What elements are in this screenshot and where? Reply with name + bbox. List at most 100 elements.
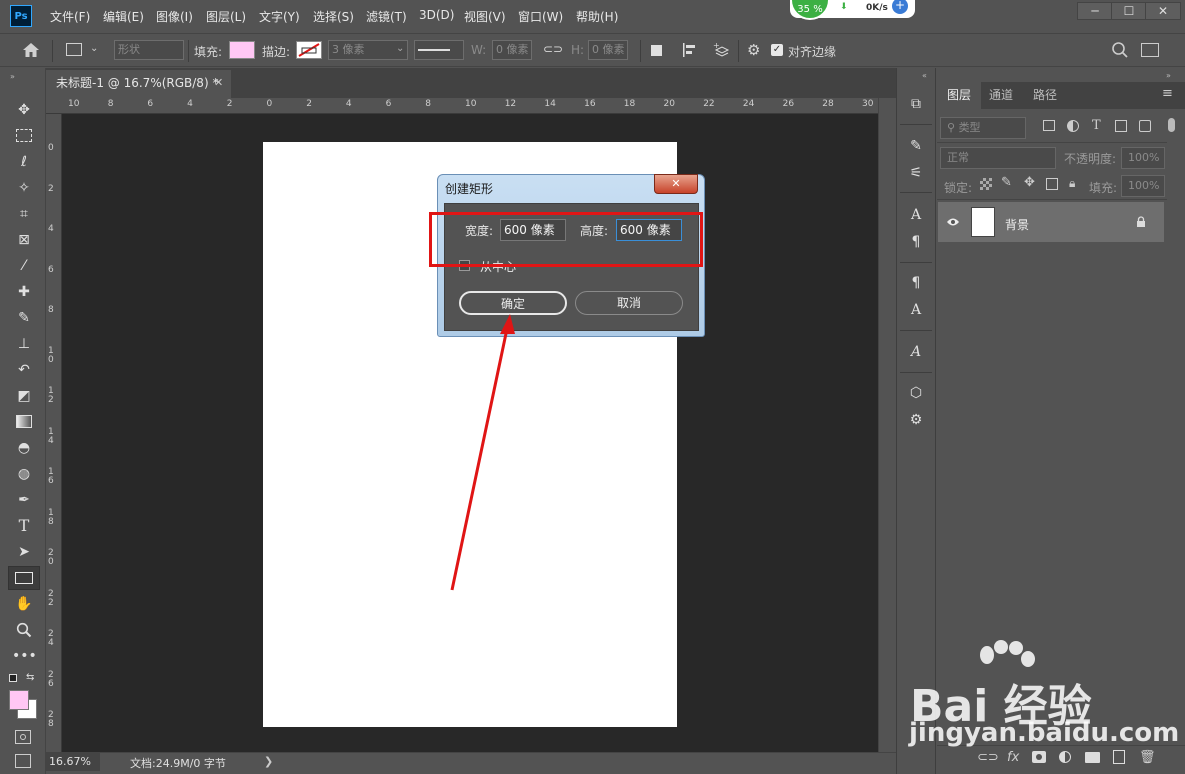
expand-panel-icon[interactable]: »: [1166, 71, 1171, 80]
maximize-button[interactable]: ☐: [1111, 2, 1147, 20]
collapse-toolbar-icon[interactable]: »: [10, 72, 15, 81]
marquee-icon[interactable]: [12, 126, 36, 146]
eyedropper-icon[interactable]: ⁄: [12, 256, 36, 276]
fill-color-swatch[interactable]: [229, 41, 255, 59]
tab-close-icon[interactable]: ✕: [214, 76, 223, 89]
chevron-down-icon[interactable]: ⌄: [90, 43, 98, 54]
character-panel-icon[interactable]: A: [906, 205, 926, 225]
zoom-field[interactable]: 16.67%: [46, 753, 100, 771]
character-styles-icon[interactable]: A: [906, 300, 926, 320]
crop-icon[interactable]: ⌗: [12, 204, 36, 224]
path-alignment-icon[interactable]: [682, 42, 698, 58]
glyphs-icon[interactable]: A: [906, 342, 926, 362]
lock-all-icon[interactable]: 🔒︎: [1069, 176, 1075, 191]
tab-channels[interactable]: 通道: [979, 82, 1023, 109]
layer-filter-select[interactable]: ⚲ 类型: [940, 117, 1026, 139]
filter-smart-object-icon[interactable]: [1139, 120, 1151, 132]
blend-mode-select[interactable]: 正常: [940, 147, 1056, 169]
brush-icon[interactable]: ✎: [12, 308, 36, 328]
document-tab[interactable]: 未标题-1 @ 16.7%(RGB/8) *: [46, 70, 231, 98]
history-brush-icon[interactable]: ↶: [12, 360, 36, 380]
gradient-icon[interactable]: [12, 412, 36, 432]
collapse-dock-icon[interactable]: «: [922, 71, 927, 80]
chevron-down-icon[interactable]: ⌄: [396, 43, 404, 54]
blur-icon[interactable]: ◓: [12, 438, 36, 458]
screen-mode-icon[interactable]: [15, 754, 31, 768]
fill-opacity-field[interactable]: 100%: [1121, 175, 1165, 197]
path-arrangement-icon[interactable]: +: [713, 41, 731, 59]
menu-3d[interactable]: 3D(D): [419, 8, 454, 22]
eye-icon[interactable]: [946, 216, 960, 230]
move-icon[interactable]: ✥: [12, 100, 36, 120]
quick-mask-icon[interactable]: [15, 730, 31, 744]
brush-settings-icon[interactable]: ✎: [906, 136, 926, 156]
cancel-button[interactable]: 取消: [575, 291, 683, 315]
default-colors-icon[interactable]: [9, 674, 17, 682]
menu-select[interactable]: 选择(S): [313, 8, 354, 25]
tab-layers[interactable]: 图层: [937, 82, 982, 109]
close-window-button[interactable]: ✕: [1145, 2, 1181, 20]
type-icon[interactable]: T: [12, 516, 36, 536]
stamp-icon[interactable]: ⊥: [12, 334, 36, 354]
zoom-icon[interactable]: [12, 620, 36, 640]
gear-icon[interactable]: ⚙: [747, 41, 760, 59]
workspace-icon[interactable]: [1141, 43, 1159, 57]
filter-adjustment-icon[interactable]: [1067, 120, 1079, 132]
hand-icon[interactable]: ✋: [12, 594, 36, 614]
menu-filter[interactable]: 滤镜(T): [366, 8, 407, 25]
minimize-button[interactable]: ─: [1077, 2, 1113, 20]
healing-icon[interactable]: ✚: [12, 282, 36, 302]
lock-pixels-icon[interactable]: ✎: [1001, 175, 1012, 190]
home-icon[interactable]: [22, 42, 42, 60]
menu-edit[interactable]: 编辑(E): [103, 8, 144, 25]
new-adjustment-layer-icon[interactable]: [1059, 751, 1071, 763]
menu-help[interactable]: 帮助(H): [576, 8, 618, 25]
stroke-color-swatch[interactable]: [296, 41, 322, 59]
search-icon[interactable]: [1111, 41, 1129, 59]
tool-mode-select[interactable]: 形状: [114, 40, 184, 60]
eraser-icon[interactable]: ◩: [12, 386, 36, 406]
align-edges-checkbox[interactable]: ✓: [771, 44, 783, 56]
fx-icon[interactable]: fx: [1007, 750, 1019, 765]
more-icon[interactable]: •••: [12, 646, 37, 666]
menu-file[interactable]: 文件(F): [50, 8, 90, 25]
menu-view[interactable]: 视图(V): [464, 8, 506, 25]
link-layers-icon[interactable]: ⊂⊃: [977, 750, 999, 765]
filter-shape-icon[interactable]: [1115, 120, 1127, 132]
menu-window[interactable]: 窗口(W): [518, 8, 563, 25]
paragraph-styles-icon[interactable]: ¶: [906, 273, 926, 293]
new-group-icon[interactable]: [1085, 752, 1100, 763]
menu-type[interactable]: 文字(Y): [259, 8, 300, 25]
pen-icon[interactable]: ✒: [12, 490, 36, 510]
dialog-close-button[interactable]: ✕: [654, 174, 698, 194]
filter-type-icon[interactable]: T: [1092, 118, 1101, 133]
tab-paths[interactable]: 路径: [1023, 82, 1067, 109]
height-field[interactable]: 0 像素: [588, 40, 628, 60]
path-operations-icon[interactable]: [651, 45, 662, 56]
magic-wand-icon[interactable]: ✧: [12, 178, 36, 198]
delete-layer-icon[interactable]: 🗑︎: [1139, 750, 1156, 765]
lock-transparent-icon[interactable]: [980, 178, 992, 190]
status-menu-arrow-icon[interactable]: ❯: [264, 755, 273, 768]
link-icon[interactable]: ⊂⊃: [543, 42, 563, 56]
lasso-icon[interactable]: ℓ: [12, 152, 36, 172]
menu-image[interactable]: 图像(I): [156, 8, 193, 25]
menu-layer[interactable]: 图层(L): [206, 8, 246, 25]
frame-icon[interactable]: ⊠: [12, 230, 36, 250]
foreground-color-swatch[interactable]: [9, 690, 29, 710]
add-mask-icon[interactable]: [1032, 751, 1046, 763]
paragraph-panel-icon[interactable]: ¶: [906, 232, 926, 252]
rectangle-icon[interactable]: [8, 566, 40, 590]
properties-icon[interactable]: ⚙: [906, 410, 926, 430]
panel-menu-icon[interactable]: ≡: [1162, 86, 1173, 101]
width-field[interactable]: 0 像素: [492, 40, 532, 60]
opacity-field[interactable]: 100%: [1121, 147, 1165, 169]
new-layer-icon[interactable]: [1113, 750, 1125, 764]
filter-toggle[interactable]: [1168, 118, 1175, 132]
adjustments-icon[interactable]: ⚟: [906, 163, 926, 183]
3d-panel-icon[interactable]: ⬡: [906, 383, 926, 403]
history-panel-icon[interactable]: ⧉: [906, 94, 926, 114]
dodge-icon[interactable]: ◍: [12, 464, 36, 484]
stroke-style-select[interactable]: [414, 40, 464, 60]
vertical-scrollbar[interactable]: [878, 98, 895, 752]
